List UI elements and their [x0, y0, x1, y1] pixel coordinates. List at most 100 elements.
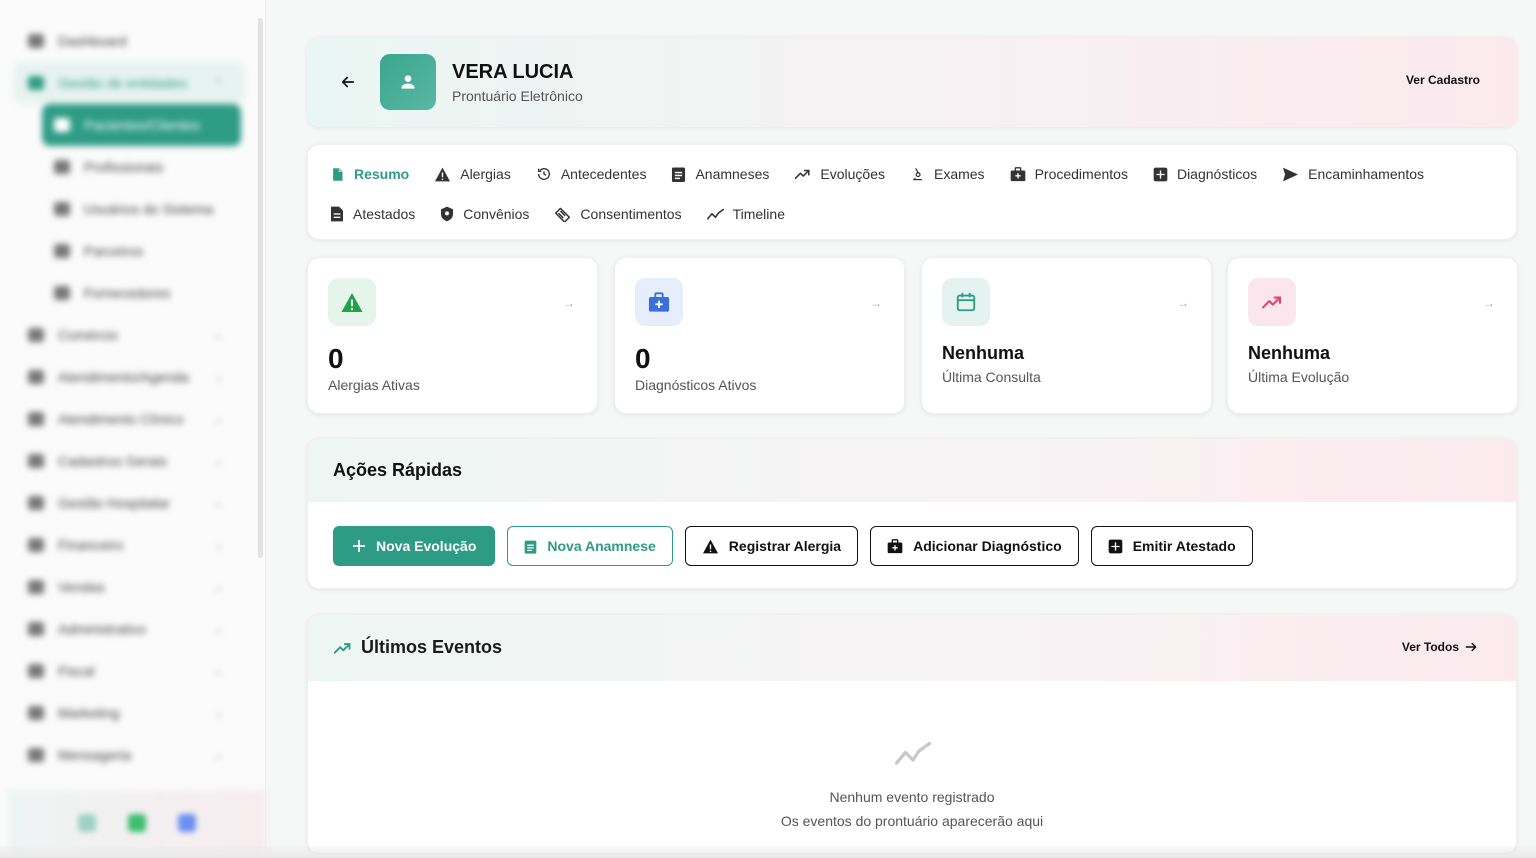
tab-alergias[interactable]: Alergias [434, 164, 511, 184]
sidebar-item-marketing[interactable]: Marketing ⌄ [0, 692, 265, 734]
sidebar-item-pacientes[interactable]: Pacientes/Clientes [42, 104, 241, 146]
tab-consentimentos[interactable]: Consentimentos [554, 204, 682, 224]
arrow-right-icon: → [1483, 296, 1495, 310]
sidebar-item-dashboard[interactable]: Dashboard [0, 20, 265, 62]
chevron-down-icon: ⌄ [214, 623, 224, 636]
tab-evolucoes[interactable]: Evoluções [794, 164, 885, 184]
tab-atestados[interactable]: Atestados [330, 204, 415, 224]
stat-card-ultima-consulta[interactable]: → Nenhuma Última Consulta [921, 257, 1212, 414]
recent-events-card: Últimos Eventos Ver Todos Nenhum evento … [307, 614, 1517, 854]
hospital-icon [28, 496, 44, 510]
pen-icon [28, 454, 44, 468]
back-button[interactable] [337, 71, 359, 93]
chevron-down-icon: ⌄ [214, 455, 224, 468]
chevron-down-icon: ⌄ [214, 371, 224, 384]
sidebar-item-label: Atendimento/Agenda [58, 369, 189, 385]
tab-procedimentos[interactable]: Procedimentos [1010, 164, 1128, 184]
tab-label: Diagnósticos [1176, 166, 1258, 182]
sidebar-item-label: Fornecedores [84, 285, 171, 301]
medical-kit-icon [1010, 166, 1025, 181]
sidebar-item-gestao-hospitalar[interactable]: Gestão Hospitalar ⌄ [0, 482, 265, 524]
sidebar-item-parceiros[interactable]: Parceiros [0, 230, 265, 272]
sidebar-item-vendas[interactable]: Vendas ⌄ [0, 566, 265, 608]
history-icon [537, 168, 550, 180]
whatsapp-icon[interactable] [128, 814, 146, 832]
tab-label: Convênios [463, 206, 530, 222]
sidebar-scrollbar[interactable] [258, 18, 263, 558]
sidebar-menu: Dashboard Gestão de entidades ⌃ Pacientes… [0, 0, 265, 776]
chevron-down-icon: ⌄ [214, 413, 224, 426]
sidebar-item-profissionais[interactable]: Profissionais [0, 146, 265, 188]
dashboard-icon [28, 34, 44, 48]
stat-card-alergias[interactable]: → 0 Alergias Ativas [307, 257, 598, 414]
chevron-down-icon: ⌄ [214, 749, 224, 762]
document-icon [333, 167, 343, 181]
sidebar-item-fiscal[interactable]: Fiscal ⌄ [0, 650, 265, 692]
button-label: Nova Anamnese [547, 538, 656, 554]
plus-icon [353, 540, 365, 552]
arrow-left-icon [341, 76, 355, 88]
tab-exames[interactable]: Exames [910, 164, 985, 184]
ver-todos-button[interactable]: Ver Todos [1402, 640, 1478, 654]
tab-label: Encaminhamentos [1308, 166, 1425, 182]
chevron-down-icon: ⌄ [214, 665, 224, 678]
sidebar-item-label: Gestão Hospitalar [58, 495, 171, 511]
trend-up-icon [333, 642, 351, 654]
sidebar-item-label: Cadastros Gerais [58, 453, 167, 469]
tab-label: Resumo [354, 166, 410, 182]
sidebar-item-label: Marketing [58, 705, 120, 721]
sidebar-item-label: Pacientes/Clientes [84, 117, 200, 133]
stat-card-diagnosticos[interactable]: → 0 Diagnósticos Ativos [614, 257, 905, 414]
sidebar-item-usuarios[interactable]: Usuários do Sistema [0, 188, 265, 230]
tab-diagnosticos[interactable]: Diagnósticos [1153, 164, 1257, 184]
empty-state-subtitle: Os eventos do prontuário aparecerão aqui [780, 813, 1044, 829]
sidebar-item-comercio[interactable]: Comércio ⌄ [0, 314, 265, 356]
stat-card-ultima-evolucao[interactable]: → Nenhuma Última Evolução [1227, 257, 1518, 414]
chevron-down-icon: ⌄ [214, 539, 224, 552]
store-icon [28, 328, 44, 342]
stat-label: Última Consulta [942, 369, 1041, 385]
headset-icon [28, 370, 44, 384]
sidebar-item-gestao-entidades[interactable]: Gestão de entidades ⌃ [14, 62, 245, 104]
stat-value: 0 [635, 343, 651, 374]
timeline-icon [706, 208, 724, 220]
nova-evolucao-button[interactable]: Nova Evolução [333, 526, 496, 566]
medical-kit-icon [887, 538, 903, 553]
chevron-down-icon: ⌄ [214, 497, 224, 510]
tab-timeline[interactable]: Timeline [706, 204, 785, 224]
sidebar-item-label: Financeiro [58, 537, 124, 553]
stat-icon-box [635, 278, 683, 326]
warning-icon [702, 539, 718, 553]
sidebar-item-label: Usuários do Sistema [84, 201, 214, 217]
arrow-right-icon: → [563, 296, 575, 310]
tab-encaminhamentos[interactable]: Encaminhamentos [1282, 164, 1424, 184]
tab-resumo[interactable]: Resumo [330, 164, 409, 184]
stat-icon-box [942, 278, 990, 326]
emitir-atestado-button[interactable]: Emitir Atestado [1090, 526, 1253, 566]
sidebar-item-administrativo[interactable]: Administrativo ⌄ [0, 608, 265, 650]
tab-label: Atestados [353, 206, 416, 222]
button-label: Emitir Atestado [1132, 538, 1236, 554]
sidebar-item-fornecedores[interactable]: Fornecedores [0, 272, 265, 314]
sidebar-item-atendimento-agenda[interactable]: Atendimento/Agenda ⌄ [0, 356, 265, 398]
adicionar-diagnostico-button[interactable]: Adicionar Diagnóstico [870, 526, 1079, 566]
send-icon [1283, 167, 1299, 181]
file-text-icon [331, 206, 343, 222]
page-subtitle: Prontuário Eletrônico [452, 88, 583, 104]
sidebar-item-cadastros-gerais[interactable]: Cadastros Gerais ⌄ [0, 440, 265, 482]
tab-label: Exames [933, 166, 985, 182]
sidebar-item-mensageria[interactable]: Mensageria ⌄ [0, 734, 265, 776]
sidebar-item-atendimento-clinico[interactable]: Atendimento Clínico ⌄ [0, 398, 265, 440]
tab-antecedentes[interactable]: Antecedentes [536, 164, 647, 184]
trend-up-icon [1262, 296, 1282, 309]
sidebar-item-financeiro[interactable]: Financeiro ⌄ [0, 524, 265, 566]
tab-label: Antecedentes [560, 166, 647, 182]
status-icon[interactable] [78, 814, 96, 832]
nova-anamnese-button[interactable]: Nova Anamnese [507, 526, 673, 566]
id-card-icon [54, 202, 70, 216]
tab-convenios[interactable]: Convênios [440, 204, 529, 224]
chat-icon[interactable] [178, 814, 196, 832]
ver-cadastro-button[interactable]: Ver Cadastro [1406, 73, 1480, 87]
registrar-alergia-button[interactable]: Registrar Alergia [684, 526, 859, 566]
tab-anamneses[interactable]: Anamneses [671, 164, 769, 184]
